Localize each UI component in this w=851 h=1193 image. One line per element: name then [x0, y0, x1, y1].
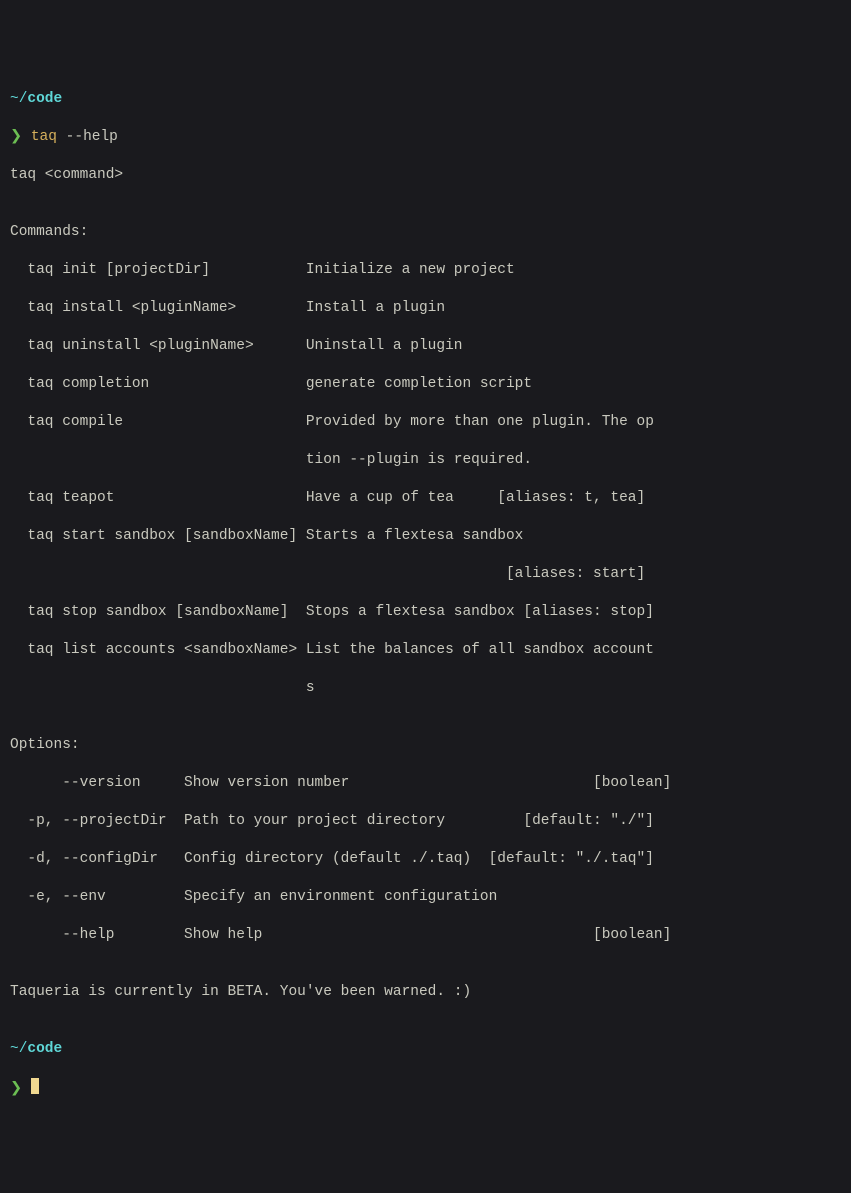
output-cmd-start: taq start sandbox [sandboxName] Starts a…: [10, 527, 841, 546]
output-cmd-compile: taq compile Provided by more than one pl…: [10, 413, 841, 432]
output-opt-configdir: -d, --configDir Config directory (defaul…: [10, 850, 841, 869]
output-opt-env: -e, --env Specify an environment configu…: [10, 888, 841, 907]
prompt-symbol: ❯: [10, 1081, 31, 1097]
output-cmd-teapot: taq teapot Have a cup of tea [aliases: t…: [10, 489, 841, 508]
command-line-2[interactable]: ❯: [10, 1078, 841, 1099]
command-line-1[interactable]: ❯ taq --help: [10, 128, 841, 147]
output-beta-warning: Taqueria is currently in BETA. You've be…: [10, 983, 841, 1002]
output-cmd-install: taq install <pluginName> Install a plugi…: [10, 299, 841, 318]
output-commands-hdr: Commands:: [10, 223, 841, 242]
output-cmd-stop: taq stop sandbox [sandboxName] Stops a f…: [10, 603, 841, 622]
output-options-hdr: Options:: [10, 736, 841, 755]
output-opt-version: --version Show version number [boolean]: [10, 774, 841, 793]
cwd-line-2: ~/code: [10, 1040, 841, 1059]
command-flag: --help: [66, 129, 118, 145]
output-cmd-uninstall: taq uninstall <pluginName> Uninstall a p…: [10, 337, 841, 356]
command-name: taq: [31, 129, 66, 145]
tilde: ~/: [10, 1041, 27, 1057]
output-opt-projectdir: -p, --projectDir Path to your project di…: [10, 812, 841, 831]
prompt-symbol: ❯: [10, 129, 31, 145]
tilde: ~/: [10, 91, 27, 107]
cwd-path: code: [27, 1041, 62, 1057]
output-cmd-init: taq init [projectDir] Initialize a new p…: [10, 261, 841, 280]
cwd-path: code: [27, 91, 62, 107]
output-cmd-start-b: [aliases: start]: [10, 565, 841, 584]
output-cmd-list-b: s: [10, 679, 841, 698]
output-cmd-compile-b: tion --plugin is required.: [10, 451, 841, 470]
output-usage: taq <command>: [10, 166, 841, 185]
output-opt-help: --help Show help [boolean]: [10, 926, 841, 945]
cursor-block-icon: [31, 1078, 39, 1094]
output-cmd-completion: taq completion generate completion scrip…: [10, 375, 841, 394]
cwd-line-1: ~/code: [10, 90, 841, 109]
output-cmd-list: taq list accounts <sandboxName> List the…: [10, 641, 841, 660]
